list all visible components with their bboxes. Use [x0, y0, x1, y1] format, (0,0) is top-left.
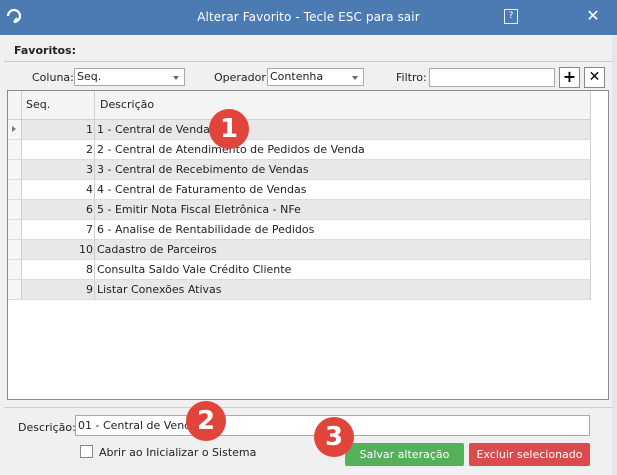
divider	[4, 61, 613, 62]
table-row[interactable]: 6 5 - Emitir Nota Fiscal Eletrônica - NF…	[8, 200, 590, 220]
grid-line	[94, 91, 95, 119]
table-row[interactable]: 8 Consulta Saldo Vale Crédito Cliente	[8, 260, 590, 280]
cell-seq: 2	[22, 140, 95, 159]
annotation-badge-3: 3	[314, 417, 354, 457]
delete-button[interactable]: Excluir selecionado	[469, 443, 590, 466]
chevron-down-icon	[352, 76, 358, 80]
table-row[interactable]: 9 Listar Conexões Ativas	[8, 280, 590, 300]
row-indicator	[8, 120, 22, 139]
table-row[interactable]: 4 4 - Central de Faturamento de Vendas	[8, 180, 590, 200]
window-title: Alterar Favorito - Tecle ESC para sair	[197, 10, 420, 24]
column-header-seq[interactable]: Seq.	[26, 91, 50, 119]
row-indicator	[8, 200, 22, 219]
cell-descricao: 1 - Central de Vendas	[97, 123, 216, 136]
row-indicator	[8, 160, 22, 179]
table-row[interactable]: 3 3 - Central de Recebimento de Vendas	[8, 160, 590, 180]
cell-descricao: Listar Conexões Ativas	[97, 283, 222, 296]
abrir-ao-inicializar-checkbox[interactable]	[80, 445, 93, 458]
save-button[interactable]: Salvar alteração	[345, 443, 464, 466]
coluna-value: Seq.	[77, 70, 102, 83]
close-icon[interactable]: ✕	[582, 5, 604, 27]
operador-value: Contenha	[270, 70, 324, 83]
coluna-select[interactable]: Seq.	[74, 68, 185, 86]
table-row[interactable]: 10 Cadastro de Parceiros	[8, 240, 590, 260]
cell-seq: 10	[22, 240, 95, 259]
cell-seq: 6	[22, 200, 95, 219]
cell-seq: 1	[22, 120, 95, 139]
operador-select[interactable]: Contenha	[267, 68, 364, 86]
cell-seq: 4	[22, 180, 95, 199]
filtro-input[interactable]	[429, 68, 555, 87]
cell-descricao: Consulta Saldo Vale Crédito Cliente	[97, 263, 292, 276]
filtro-label: Filtro:	[396, 71, 427, 84]
divider	[4, 407, 613, 408]
cell-seq: 7	[22, 220, 95, 239]
row-indicator	[8, 140, 22, 159]
cell-descricao: 6 - Analise de Rentabilidade de Pedidos	[97, 223, 315, 236]
grid-header: Seq. Descrição	[8, 91, 590, 120]
favorites-grid[interactable]: Seq. Descrição 1 1 - Central de Vendas 2…	[7, 90, 609, 400]
favoritos-label: Favoritos:	[14, 44, 76, 57]
annotation-badge-1: 1	[209, 109, 249, 149]
cell-descricao: 5 - Emitir Nota Fiscal Eletrônica - NFe	[97, 203, 301, 216]
grid-line	[21, 91, 22, 119]
cell-seq: 9	[22, 280, 95, 299]
descricao-label: Descrição:	[18, 421, 76, 434]
cell-descricao: Cadastro de Parceiros	[97, 243, 217, 256]
column-header-descricao[interactable]: Descrição	[100, 91, 154, 119]
cell-descricao: 4 - Central de Faturamento de Vendas	[97, 183, 307, 196]
row-indicator	[8, 180, 22, 199]
annotation-badge-2: 2	[186, 401, 226, 441]
table-row[interactable]: 2 2 - Central de Atendimento de Pedidos …	[8, 140, 590, 160]
title-bar: Alterar Favorito - Tecle ESC para sair ?…	[0, 0, 617, 35]
coluna-label: Coluna:	[32, 71, 74, 84]
row-indicator	[8, 260, 22, 279]
operador-label: Operador:	[214, 71, 270, 84]
grid-line	[590, 91, 591, 300]
checkbox-label[interactable]: Abrir ao Inicializar o Sistema	[99, 446, 256, 459]
chevron-down-icon	[173, 76, 179, 80]
cell-descricao: 3 - Central de Recebimento de Vendas	[97, 163, 309, 176]
table-row[interactable]: 1 1 - Central de Vendas	[8, 120, 590, 140]
table-row[interactable]: 7 6 - Analise de Rentabilidade de Pedido…	[8, 220, 590, 240]
clear-filter-icon[interactable]: ✕	[584, 67, 605, 88]
help-icon[interactable]: ?	[504, 9, 518, 24]
row-indicator	[8, 280, 22, 299]
cell-seq: 8	[22, 260, 95, 279]
current-row-icon	[12, 126, 16, 132]
row-indicator	[8, 240, 22, 259]
window-edge	[612, 36, 617, 475]
row-indicator	[8, 220, 22, 239]
add-filter-icon[interactable]: +	[559, 67, 580, 88]
cell-seq: 3	[22, 160, 95, 179]
